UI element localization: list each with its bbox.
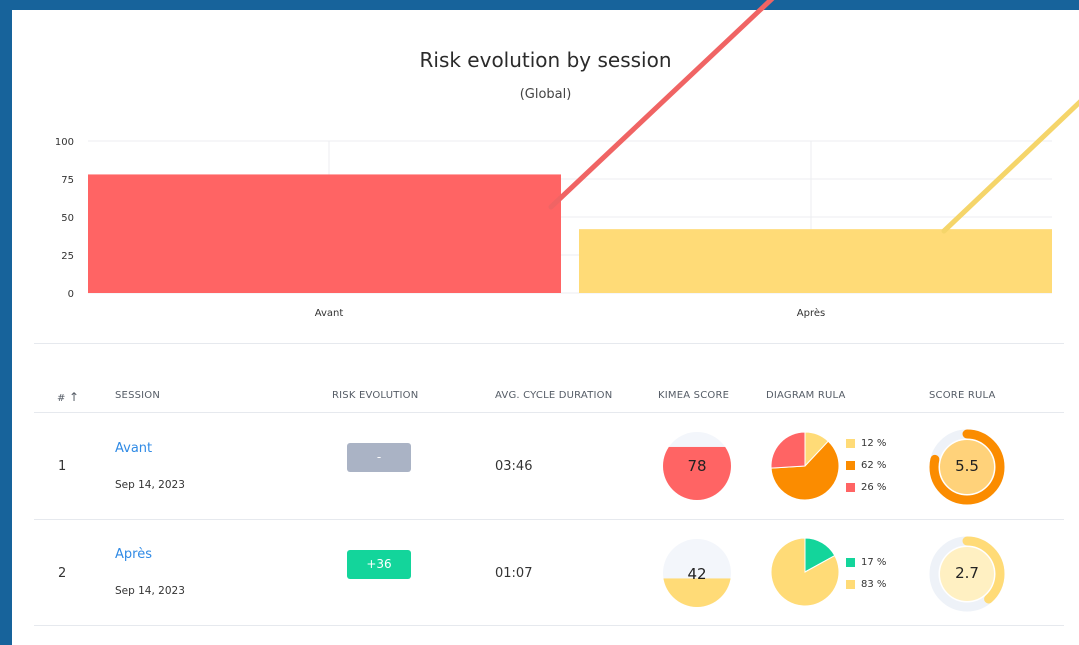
annotation-arrow-red xyxy=(548,0,775,210)
annotation-overlay xyxy=(548,0,1079,234)
annotation-arrow-yellow xyxy=(941,99,1079,234)
